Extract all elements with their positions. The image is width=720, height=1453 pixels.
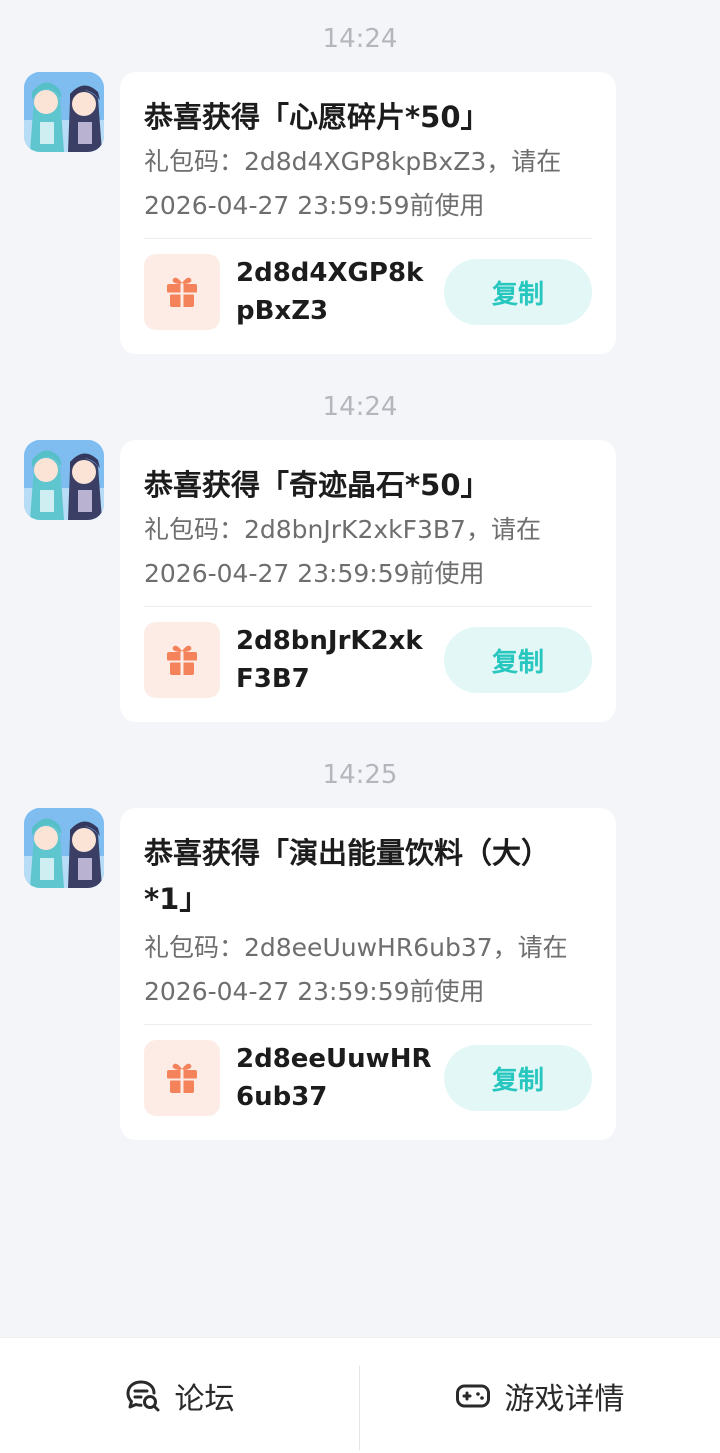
gift-icon-box	[144, 622, 220, 698]
chat-bubble-search-icon	[126, 1380, 159, 1412]
gift-card: 恭喜获得「奇迹晶石*50」 礼包码：2d8bnJrK2xkF3B7，请在2026…	[120, 440, 616, 722]
app-avatar[interactable]	[24, 440, 104, 520]
avatar-image	[24, 440, 104, 520]
gift-icon	[167, 277, 197, 307]
copy-button[interactable]: 复制	[444, 1045, 592, 1111]
card-divider	[144, 238, 592, 239]
gift-icon-box	[144, 1040, 220, 1116]
gift-code: 2d8bnJrK2xkF3B7	[236, 626, 423, 694]
tab-game-details-label: 游戏详情	[504, 1382, 625, 1417]
avatar-image	[24, 808, 104, 888]
gift-icon	[167, 1063, 197, 1093]
gift-code: 2d8d4XGP8kpBxZ3	[236, 258, 424, 326]
bottom-nav: 论坛 游戏详情	[0, 1337, 720, 1453]
gift-code: 2d8eeUuwHR6ub37	[236, 1044, 432, 1112]
tab-forum-label: 论坛	[174, 1382, 235, 1417]
copy-button[interactable]: 复制	[444, 259, 592, 325]
avatar-image	[24, 72, 104, 152]
gift-icon	[167, 645, 197, 675]
message-time: 14:24	[322, 24, 398, 54]
card-divider	[144, 1024, 592, 1025]
app-avatar[interactable]	[24, 808, 104, 888]
card-divider	[144, 606, 592, 607]
copy-button[interactable]: 复制	[444, 627, 592, 693]
tab-forum[interactable]: 论坛	[0, 1338, 359, 1453]
message-time: 14:25	[322, 760, 398, 790]
card-description: 礼包码：2d8bnJrK2xkF3B7，请在2026-04-27 23:59:5…	[144, 515, 541, 588]
card-title: 恭喜获得「奇迹晶石*50」	[144, 468, 490, 502]
gift-card: 恭喜获得「心愿碎片*50」 礼包码：2d8d4XGP8kpBxZ3，请在2026…	[120, 72, 616, 354]
gamepad-icon	[455, 1384, 490, 1408]
card-title: 恭喜获得「演出能量饮料（大）*1」	[144, 836, 551, 916]
message-time: 14:24	[322, 392, 398, 422]
app-avatar[interactable]	[24, 72, 104, 152]
card-description: 礼包码：2d8d4XGP8kpBxZ3，请在2026-04-27 23:59:5…	[144, 147, 562, 220]
card-description: 礼包码：2d8eeUuwHR6ub37，请在2026-04-27 23:59:5…	[144, 933, 568, 1006]
gift-icon-box	[144, 254, 220, 330]
gift-card: 恭喜获得「演出能量饮料（大）*1」 礼包码：2d8eeUuwHR6ub37，请在…	[120, 808, 616, 1140]
card-title: 恭喜获得「心愿碎片*50」	[144, 100, 490, 134]
tab-game-details[interactable]: 游戏详情	[360, 1338, 719, 1453]
